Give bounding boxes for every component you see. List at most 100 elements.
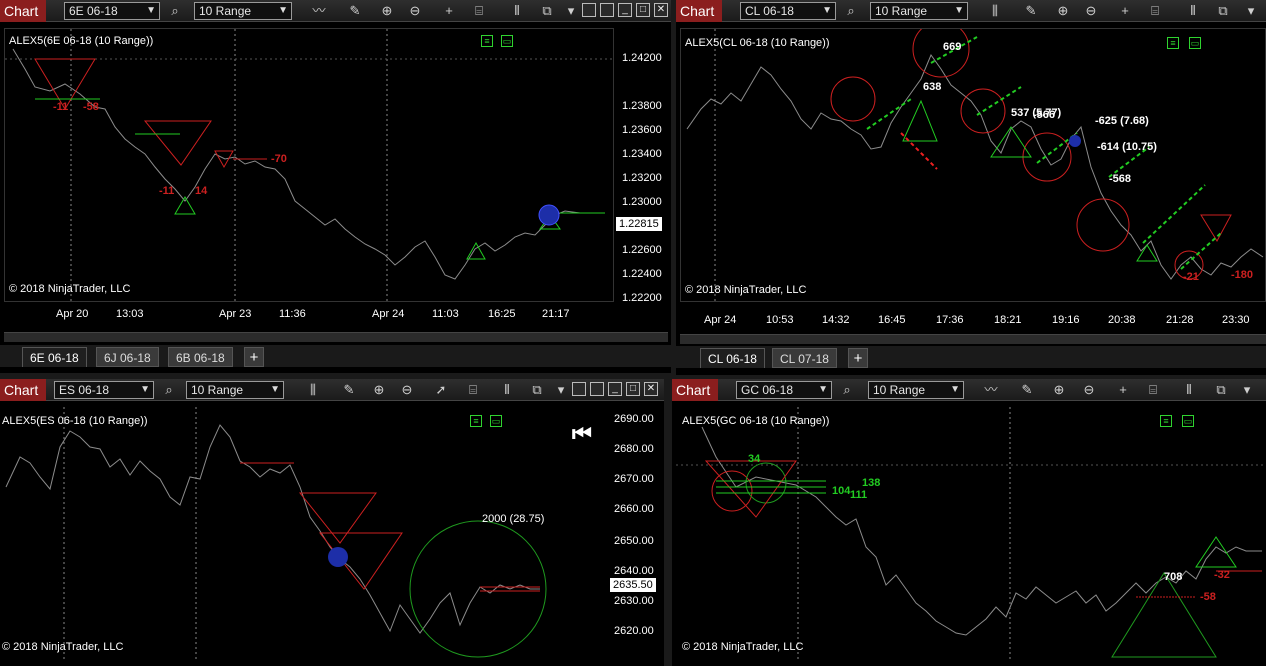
templates-icon[interactable]: ⧉ bbox=[1212, 381, 1230, 399]
signal-triangle bbox=[298, 492, 377, 544]
window-icon[interactable]: ▭ bbox=[1189, 37, 1201, 49]
crosshair-icon[interactable]: + bbox=[1114, 381, 1132, 399]
chart-tab-label[interactable]: Chart bbox=[676, 0, 722, 22]
zoom-in-icon[interactable]: ⊕ bbox=[378, 2, 396, 20]
list-icon[interactable]: ≡ bbox=[1160, 415, 1172, 427]
x-tick: 17:36 bbox=[936, 314, 964, 326]
crosshair-icon[interactable]: + bbox=[440, 2, 458, 20]
y-tick: 1.23400 bbox=[622, 148, 662, 160]
chevron-down-icon[interactable]: ▾ bbox=[1242, 2, 1260, 20]
interval-selector[interactable]: 10 Range ▼ bbox=[186, 381, 284, 399]
last-price-tag: 1.22815 bbox=[616, 217, 662, 231]
price-plot[interactable]: ALEX5(GC 06-18 (10 Range)) ≡ ▭ 34 138 10… bbox=[676, 407, 1266, 660]
close-button[interactable]: ✕ bbox=[654, 3, 668, 17]
list-icon[interactable]: ≡ bbox=[1167, 37, 1179, 49]
search-icon[interactable]: ⌕ bbox=[160, 381, 178, 399]
draw-pencil-icon[interactable]: ✎ bbox=[1018, 381, 1036, 399]
price-axis[interactable]: 1.24200 1.23800 1.23600 1.23400 1.23200 … bbox=[614, 28, 668, 304]
price-plot[interactable]: ALEX5(ES 06-18 (10 Range)) ≡ ▭ ⏮ 2000 (2… bbox=[0, 407, 606, 660]
price-plot[interactable]: ALEX5(6E 06-18 (10 Range)) ≡ ▭ -11 -58 -… bbox=[4, 28, 615, 303]
indicators-icon[interactable]: ⫴ bbox=[1180, 381, 1198, 399]
minimize-button[interactable]: _ bbox=[608, 382, 622, 396]
float-window-icon[interactable] bbox=[600, 3, 614, 17]
chart-style-icon[interactable]: 〰 bbox=[982, 381, 1000, 399]
y-tick: 2620.00 bbox=[614, 625, 654, 637]
time-axis[interactable]: Apr 20 13:03 Apr 23 11:36 Apr 24 11:03 1… bbox=[4, 308, 614, 328]
templates-icon[interactable]: ⧉ bbox=[528, 381, 546, 399]
instrument-selector[interactable]: ES 06-18 ▼ bbox=[54, 381, 154, 399]
close-button[interactable]: ✕ bbox=[644, 382, 658, 396]
instrument-selector[interactable]: 6E 06-18 ▼ bbox=[64, 2, 160, 20]
zoom-out-icon[interactable]: ⊖ bbox=[398, 381, 416, 399]
data-box-icon[interactable]: ⌸ bbox=[1144, 381, 1162, 399]
copyright-text: © 2018 NinjaTrader, LLC bbox=[685, 284, 807, 296]
horizontal-scrollbar[interactable] bbox=[4, 332, 668, 342]
zoom-out-icon[interactable]: ⊖ bbox=[1082, 2, 1100, 20]
pointer-icon[interactable]: ➚ bbox=[432, 381, 450, 399]
indicators-icon[interactable]: ⫴ bbox=[1184, 2, 1202, 20]
window-icon[interactable]: ▭ bbox=[501, 35, 513, 47]
draw-pencil-icon[interactable]: ✎ bbox=[340, 381, 358, 399]
chart-tab-label[interactable]: Chart bbox=[0, 0, 46, 22]
search-icon[interactable]: ⌕ bbox=[842, 2, 860, 20]
price-plot[interactable]: ALEX5(CL 06-18 (10 Range)) ≡ ▭ 669 638 5… bbox=[680, 28, 1266, 303]
chart-tab-label[interactable]: Chart bbox=[0, 379, 46, 401]
zoom-in-icon[interactable]: ⊕ bbox=[370, 381, 388, 399]
maximize-button[interactable]: □ bbox=[636, 3, 650, 17]
search-icon[interactable]: ⌕ bbox=[166, 2, 184, 20]
draw-pencil-icon[interactable]: ✎ bbox=[346, 2, 364, 20]
y-tick: 1.24200 bbox=[622, 52, 662, 64]
tab-cl-06[interactable]: CL 06-18 bbox=[700, 348, 765, 368]
zoom-in-icon[interactable]: ⊕ bbox=[1054, 2, 1072, 20]
crosshair-icon[interactable]: + bbox=[1116, 2, 1134, 20]
chevron-down-icon[interactable]: ▾ bbox=[562, 2, 580, 20]
interval-selector[interactable]: 10 Range ▼ bbox=[194, 2, 292, 20]
x-tick: 21:28 bbox=[1166, 314, 1194, 326]
y-tick: 2650.00 bbox=[614, 535, 654, 547]
chart-tab-label[interactable]: Chart bbox=[672, 379, 718, 401]
interval-selector[interactable]: 10 Range ▼ bbox=[868, 381, 964, 399]
list-icon[interactable]: ≡ bbox=[481, 35, 493, 47]
data-box-icon[interactable]: ⌸ bbox=[464, 381, 482, 399]
templates-icon[interactable]: ⧉ bbox=[538, 2, 556, 20]
list-icon[interactable]: ≡ bbox=[470, 415, 482, 427]
maximize-button[interactable]: □ bbox=[626, 382, 640, 396]
horizontal-scrollbar[interactable] bbox=[680, 334, 1266, 344]
chevron-down-icon[interactable]: ▾ bbox=[1238, 381, 1256, 399]
zoom-out-icon[interactable]: ⊖ bbox=[1080, 381, 1098, 399]
zoom-out-icon[interactable]: ⊖ bbox=[406, 2, 424, 20]
search-icon[interactable]: ⌕ bbox=[838, 381, 856, 399]
tab-cl-07[interactable]: CL 07-18 bbox=[772, 348, 837, 368]
y-tick: 2640.00 bbox=[614, 565, 654, 577]
interval-selector[interactable]: 10 Range ▼ bbox=[870, 2, 968, 20]
add-tab-button[interactable]: + bbox=[244, 347, 264, 367]
price-axis[interactable]: 2690.00 2680.00 2670.00 2660.00 2650.00 … bbox=[606, 407, 662, 660]
chart-style-icon[interactable]: ⫼ bbox=[986, 2, 1004, 20]
skip-to-start-icon[interactable]: ⏮ bbox=[572, 421, 592, 447]
tab-6b[interactable]: 6B 06-18 bbox=[168, 347, 233, 367]
tab-6e[interactable]: 6E 06-18 bbox=[22, 347, 87, 367]
tile-window-icon[interactable] bbox=[572, 382, 586, 396]
instrument-selector[interactable]: GC 06-18 ▼ bbox=[736, 381, 832, 399]
tab-6j[interactable]: 6J 06-18 bbox=[96, 347, 159, 367]
indicators-icon[interactable]: ⫴ bbox=[498, 381, 516, 399]
minimize-button[interactable]: _ bbox=[618, 3, 632, 17]
draw-pencil-icon[interactable]: ✎ bbox=[1022, 2, 1040, 20]
data-box-icon[interactable]: ⌸ bbox=[1146, 2, 1164, 20]
window-icon[interactable]: ▭ bbox=[490, 415, 502, 427]
templates-icon[interactable]: ⧉ bbox=[1214, 2, 1232, 20]
time-axis[interactable]: Apr 24 10:53 14:32 16:45 17:36 18:21 19:… bbox=[680, 314, 1266, 334]
data-box-icon[interactable]: ⌸ bbox=[470, 2, 488, 20]
chevron-down-icon[interactable]: ▾ bbox=[552, 381, 570, 399]
window-icon[interactable]: ▭ bbox=[1182, 415, 1194, 427]
zoom-in-icon[interactable]: ⊕ bbox=[1050, 381, 1068, 399]
tile-window-icon[interactable] bbox=[582, 3, 596, 17]
float-window-icon[interactable] bbox=[590, 382, 604, 396]
indicators-icon[interactable]: ⫴ bbox=[508, 2, 526, 20]
add-tab-button[interactable]: + bbox=[848, 348, 868, 368]
chart-style-icon[interactable]: 〰 bbox=[310, 2, 328, 20]
instrument-selector[interactable]: CL 06-18 ▼ bbox=[740, 2, 836, 20]
chart-style-icon[interactable]: ⫼ bbox=[304, 381, 322, 399]
signal-triangle bbox=[1195, 536, 1237, 568]
chevron-down-icon: ▼ bbox=[278, 5, 288, 16]
